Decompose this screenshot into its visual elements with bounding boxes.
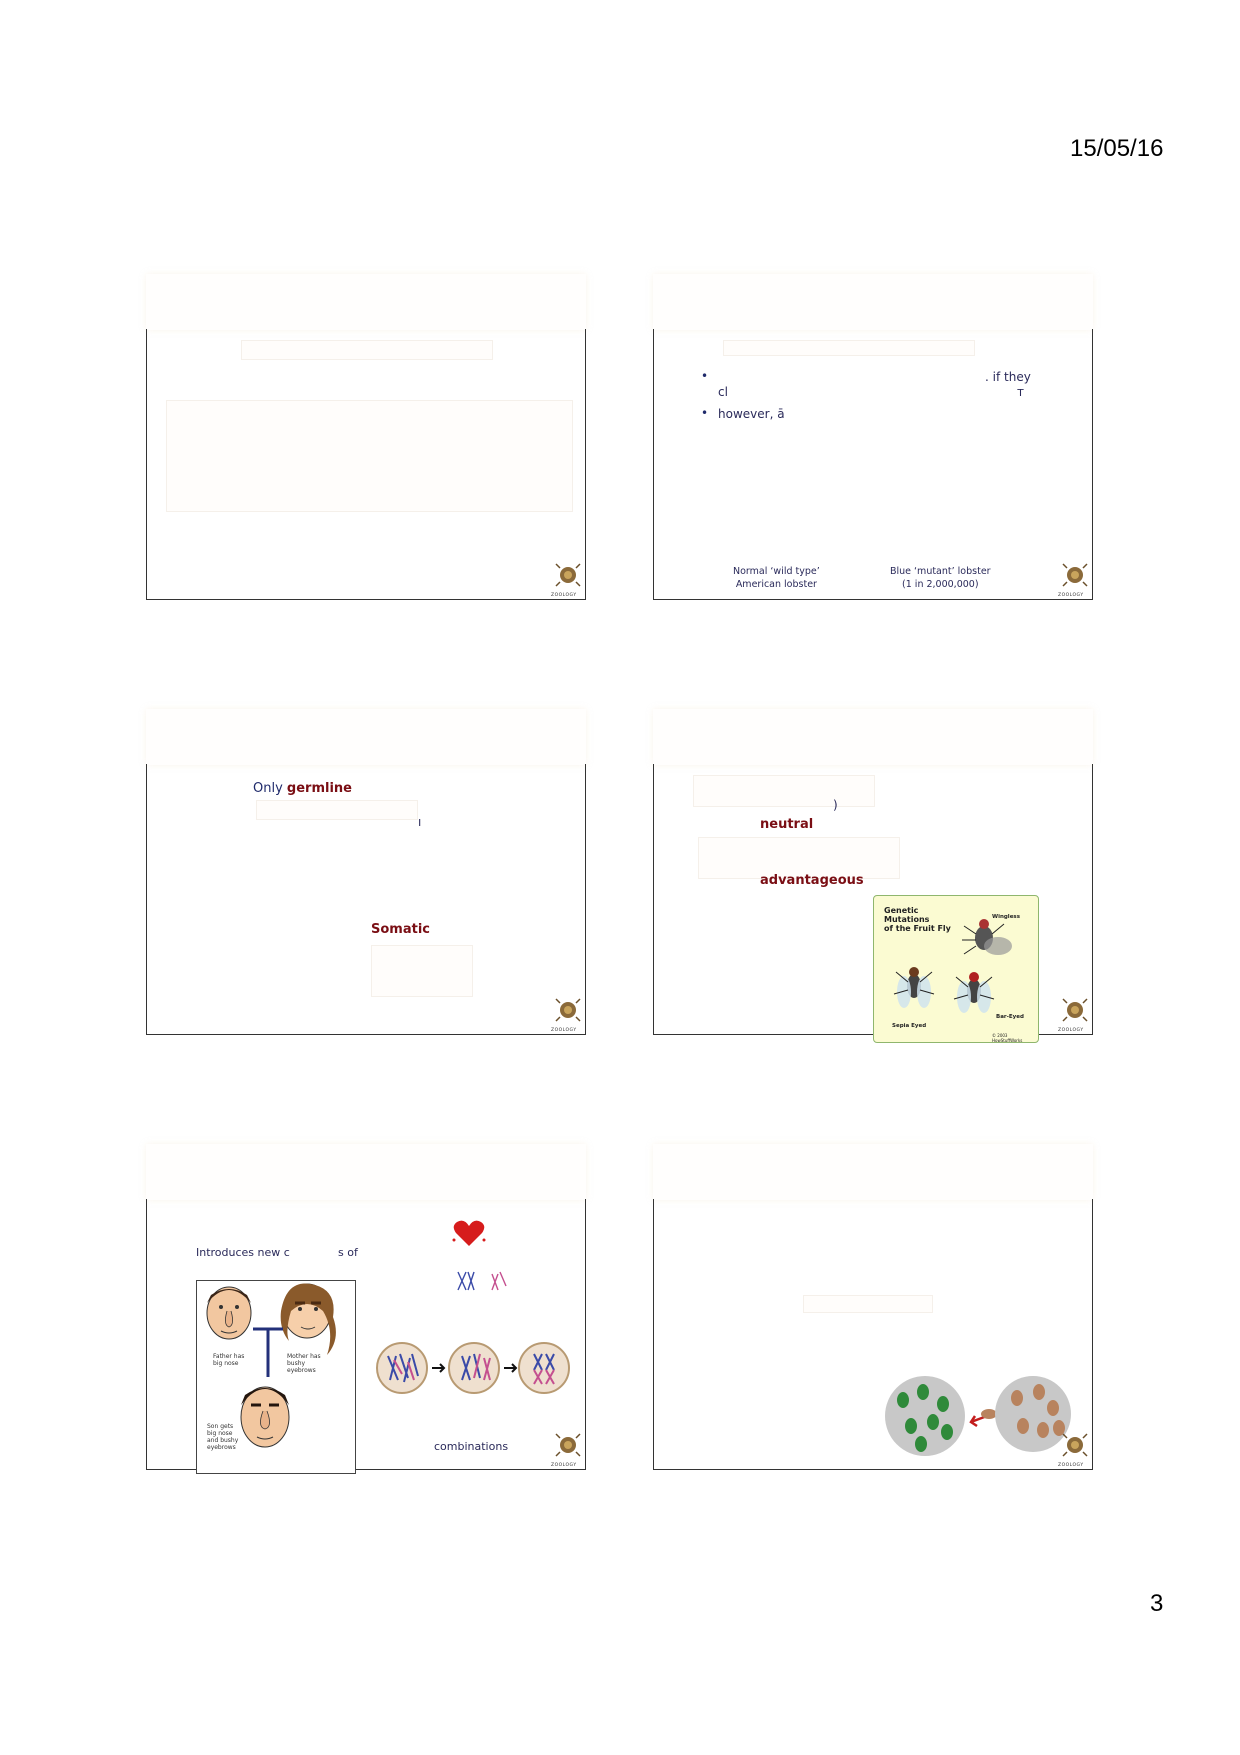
page-number: 3 [1150,1590,1164,1617]
bullet-1-line-2-start: cl [718,385,728,399]
faded-text-block [723,340,975,356]
zoology-logo: ZOOLOGY [551,1432,582,1468]
slide-title-band [146,709,586,765]
fruit-fly-illustration [893,919,1012,1013]
faded-text-block [166,400,573,512]
faded-text-block [803,1295,933,1313]
intro-text-end: s of [338,1246,358,1259]
family-inheritance-figure: Father has big nose Mother has bushy eyebro… [196,1280,356,1474]
slide-3: Only germline ı Somatic ZOOLOGY [146,709,586,1035]
intro-text-start: Introduces new c [196,1246,290,1259]
slide-1: ZOOLOGY [146,274,586,600]
caption-mutant-lobster: Blue ‘mutant’ lobster (1 in 2,000,000) [890,566,991,590]
slide-2: • . if they cl т • however, ā Normal ‘wi… [653,274,1093,600]
combinations-label: combinations [434,1440,509,1453]
cell-division-diagram [376,1342,570,1394]
somatic-label: Somatic [371,922,430,937]
neutral-label: neutral [760,817,814,832]
slide-title-band [146,274,586,330]
slide-title-band [653,1144,1093,1200]
germline-sentence: Only germline [253,781,352,796]
caption-wild-type-lobster: Normal ‘wild type’ American lobster [733,566,820,590]
page-date: 15/05/16 [1070,135,1164,162]
chromosomes-icon [457,1271,507,1291]
bullet-2: • [701,406,709,420]
zoology-logo: ZOOLOGY [1058,1432,1089,1468]
zoology-logo: ZOOLOGY [1058,562,1089,598]
faded-text-block [256,800,418,820]
zoology-logo: ZOOLOGY [551,997,582,1033]
slide-5: Introduces new c s of Father has big nose [146,1144,586,1474]
bullet-2-text: however, ā [718,407,785,421]
bullet-1-text-end: . if they [985,370,1031,384]
faded-text-block [241,340,493,360]
slide-6: ZOOLOGY [653,1144,1093,1470]
advantageous-label: advantageous [760,873,864,888]
father-caption: Father has big nose [213,1353,245,1367]
heart-icon [452,1220,486,1246]
zoology-logo: ZOOLOGY [551,562,582,598]
beetle-selection-diagram [885,1376,1071,1456]
slide-title-band [653,709,1093,765]
slide-title-band [653,274,1093,330]
tick-mark: ı [418,815,422,829]
bullet-1: • [701,369,709,383]
faded-text-block [371,945,473,997]
faded-text-block [693,775,875,807]
fruit-fly-mutations-figure: Genetic Mutations of the Fruit Fly Wingl… [873,895,1039,1043]
bullet-1-line-2-end: т [1017,385,1024,399]
zoology-logo: ZOOLOGY [1058,997,1089,1033]
son-caption: Son gets big nose and bushy eyebrows [207,1423,239,1451]
slide-title-band [146,1144,586,1200]
paren-mark: ) [833,798,838,812]
slide-4: ) neutral advantageous Genetic Mutations… [653,709,1093,1043]
mother-caption: Mother has bushy eyebrows [287,1353,321,1374]
